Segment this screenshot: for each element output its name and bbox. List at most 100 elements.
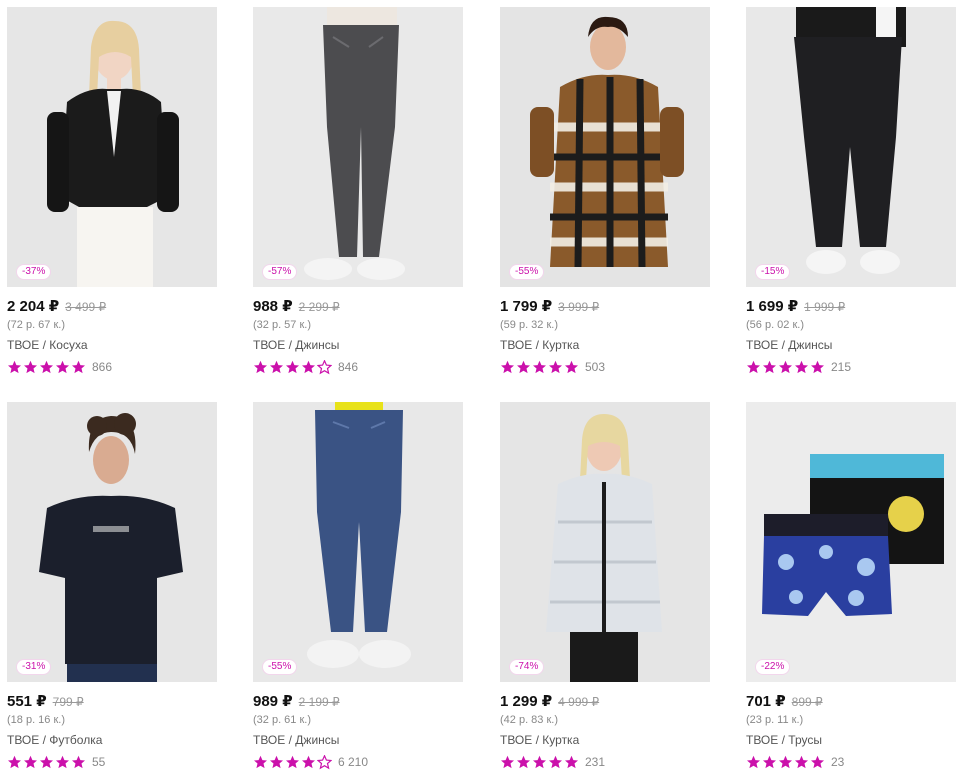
brand-category[interactable]: ТВОЕ / Куртка bbox=[500, 338, 579, 352]
rating-stars bbox=[7, 755, 87, 770]
rating-row[interactable]: 6 210 bbox=[253, 753, 368, 771]
old-price: 3 999 ₽ bbox=[558, 300, 600, 314]
brand-category[interactable]: ТВОЕ / Косуха bbox=[7, 338, 88, 352]
rating-row[interactable]: 23 bbox=[746, 753, 844, 771]
reviews-count: 6 210 bbox=[338, 755, 369, 769]
brand-category[interactable]: ТВОЕ / Куртка bbox=[500, 733, 579, 747]
brand-category[interactable]: ТВОЕ / Джинсы bbox=[746, 338, 832, 352]
old-price: 1 999 ₽ bbox=[804, 300, 846, 314]
brand-category[interactable]: ТВОЕ / Трусы bbox=[746, 733, 822, 747]
star-icon bbox=[55, 360, 70, 375]
product-image[interactable]: -37% bbox=[7, 7, 217, 287]
product-image[interactable]: -15% bbox=[746, 7, 956, 287]
installment-price: (56 р. 02 к.) bbox=[746, 319, 805, 331]
price-row: 989 ₽ 2 199 ₽ bbox=[253, 692, 340, 712]
old-price: 2 299 ₽ bbox=[298, 300, 340, 314]
installment-price: (23 р. 11 к.) bbox=[746, 714, 804, 726]
brand-category[interactable]: ТВОЕ / Джинсы bbox=[253, 733, 339, 747]
rating-row[interactable]: 866 bbox=[7, 358, 112, 376]
star-icon bbox=[23, 755, 38, 770]
star-icon bbox=[253, 755, 268, 770]
product-card[interactable]: -37% 2 204 ₽ 3 499 ₽ (72 р. 67 к.) ТВОЕ /… bbox=[7, 7, 219, 387]
reviews-count: 846 bbox=[338, 360, 359, 374]
discount-badge: -55% bbox=[509, 264, 545, 280]
star-icon bbox=[762, 360, 777, 375]
star-icon bbox=[39, 360, 54, 375]
product-image[interactable]: -55% bbox=[500, 7, 710, 287]
product-image[interactable]: -31% bbox=[7, 402, 217, 682]
installment-price: (18 р. 16 к.) bbox=[7, 714, 66, 726]
star-icon bbox=[762, 755, 777, 770]
star-icon bbox=[285, 360, 300, 375]
discount-badge: -22% bbox=[755, 659, 791, 675]
star-icon bbox=[794, 360, 809, 375]
price-row: 701 ₽ 899 ₽ bbox=[746, 692, 823, 712]
product-image[interactable]: -55% bbox=[253, 402, 463, 682]
brand-name: ТВОЕ bbox=[7, 338, 40, 352]
star-icon bbox=[269, 360, 284, 375]
installment-price: (42 р. 83 к.) bbox=[500, 714, 559, 726]
product-card[interactable]: -74% 1 299 ₽ 4 999 ₽ (42 р. 83 к.) ТВОЕ /… bbox=[500, 402, 712, 777]
category-name: Куртка bbox=[542, 733, 580, 747]
reviews-count: 503 bbox=[585, 360, 606, 374]
product-card[interactable]: -15% 1 699 ₽ 1 999 ₽ (56 р. 02 к.) ТВОЕ /… bbox=[746, 7, 958, 387]
discount-badge: -57% bbox=[262, 264, 298, 280]
installment-price: (59 р. 32 к.) bbox=[500, 319, 559, 331]
product-card[interactable]: -57% 988 ₽ 2 299 ₽ (32 р. 57 к.) ТВОЕ / Д… bbox=[253, 7, 465, 387]
product-image[interactable]: -22% bbox=[746, 402, 956, 682]
star-icon bbox=[71, 755, 86, 770]
rating-stars bbox=[500, 755, 580, 770]
discount-badge: -55% bbox=[262, 659, 298, 675]
brand-name: ТВОЕ bbox=[746, 338, 779, 352]
star-icon bbox=[746, 360, 761, 375]
discount-badge: -37% bbox=[16, 264, 52, 280]
old-price: 799 ₽ bbox=[52, 695, 84, 709]
star-icon bbox=[317, 359, 332, 375]
rating-stars bbox=[7, 360, 87, 375]
brand-name: ТВОЕ bbox=[7, 733, 40, 747]
star-icon bbox=[564, 755, 579, 770]
price-row: 988 ₽ 2 299 ₽ bbox=[253, 297, 340, 317]
reviews-count: 215 bbox=[831, 360, 852, 374]
product-card[interactable]: -55% 1 799 ₽ 3 999 ₽ (59 р. 32 к.) ТВОЕ /… bbox=[500, 7, 712, 387]
star-icon bbox=[778, 755, 793, 770]
current-price: 551 ₽ bbox=[7, 693, 47, 710]
star-icon bbox=[301, 360, 316, 375]
star-icon bbox=[23, 360, 38, 375]
old-price: 4 999 ₽ bbox=[558, 695, 600, 709]
product-image[interactable]: -57% bbox=[253, 7, 463, 287]
product-image[interactable]: -74% bbox=[500, 402, 710, 682]
rating-row[interactable]: 503 bbox=[500, 358, 605, 376]
star-icon bbox=[39, 755, 54, 770]
rating-stars bbox=[746, 755, 826, 770]
product-card[interactable]: -31% 551 ₽ 799 ₽ (18 р. 16 к.) ТВОЕ / Фут… bbox=[7, 402, 219, 777]
brand-name: ТВОЕ bbox=[746, 733, 779, 747]
category-name: Джинсы bbox=[788, 338, 833, 352]
product-card[interactable]: -22% 701 ₽ 899 ₽ (23 р. 11 к.) ТВОЕ / Тру… bbox=[746, 402, 958, 777]
brand-name: ТВОЕ bbox=[500, 338, 533, 352]
category-name: Джинсы bbox=[295, 733, 340, 747]
rating-row[interactable]: 215 bbox=[746, 358, 851, 376]
star-icon bbox=[548, 755, 563, 770]
price-row: 1 799 ₽ 3 999 ₽ bbox=[500, 297, 599, 317]
rating-row[interactable]: 846 bbox=[253, 358, 358, 376]
current-price: 989 ₽ bbox=[253, 693, 293, 710]
installment-price: (72 р. 67 к.) bbox=[7, 319, 66, 331]
product-card[interactable]: -55% 989 ₽ 2 199 ₽ (32 р. 61 к.) ТВОЕ / Д… bbox=[253, 402, 465, 777]
rating-row[interactable]: 231 bbox=[500, 753, 605, 771]
star-icon bbox=[269, 755, 284, 770]
rating-stars bbox=[253, 754, 333, 770]
price-row: 1 699 ₽ 1 999 ₽ bbox=[746, 297, 845, 317]
reviews-count: 23 bbox=[831, 755, 845, 769]
brand-name: ТВОЕ bbox=[253, 338, 286, 352]
star-icon bbox=[532, 360, 547, 375]
star-icon bbox=[778, 360, 793, 375]
price-row: 1 299 ₽ 4 999 ₽ bbox=[500, 692, 599, 712]
category-name: Джинсы bbox=[295, 338, 340, 352]
rating-row[interactable]: 55 bbox=[7, 753, 105, 771]
brand-category[interactable]: ТВОЕ / Футболка bbox=[7, 733, 102, 747]
star-icon bbox=[71, 360, 86, 375]
star-icon bbox=[532, 755, 547, 770]
old-price: 2 199 ₽ bbox=[298, 695, 340, 709]
brand-category[interactable]: ТВОЕ / Джинсы bbox=[253, 338, 339, 352]
